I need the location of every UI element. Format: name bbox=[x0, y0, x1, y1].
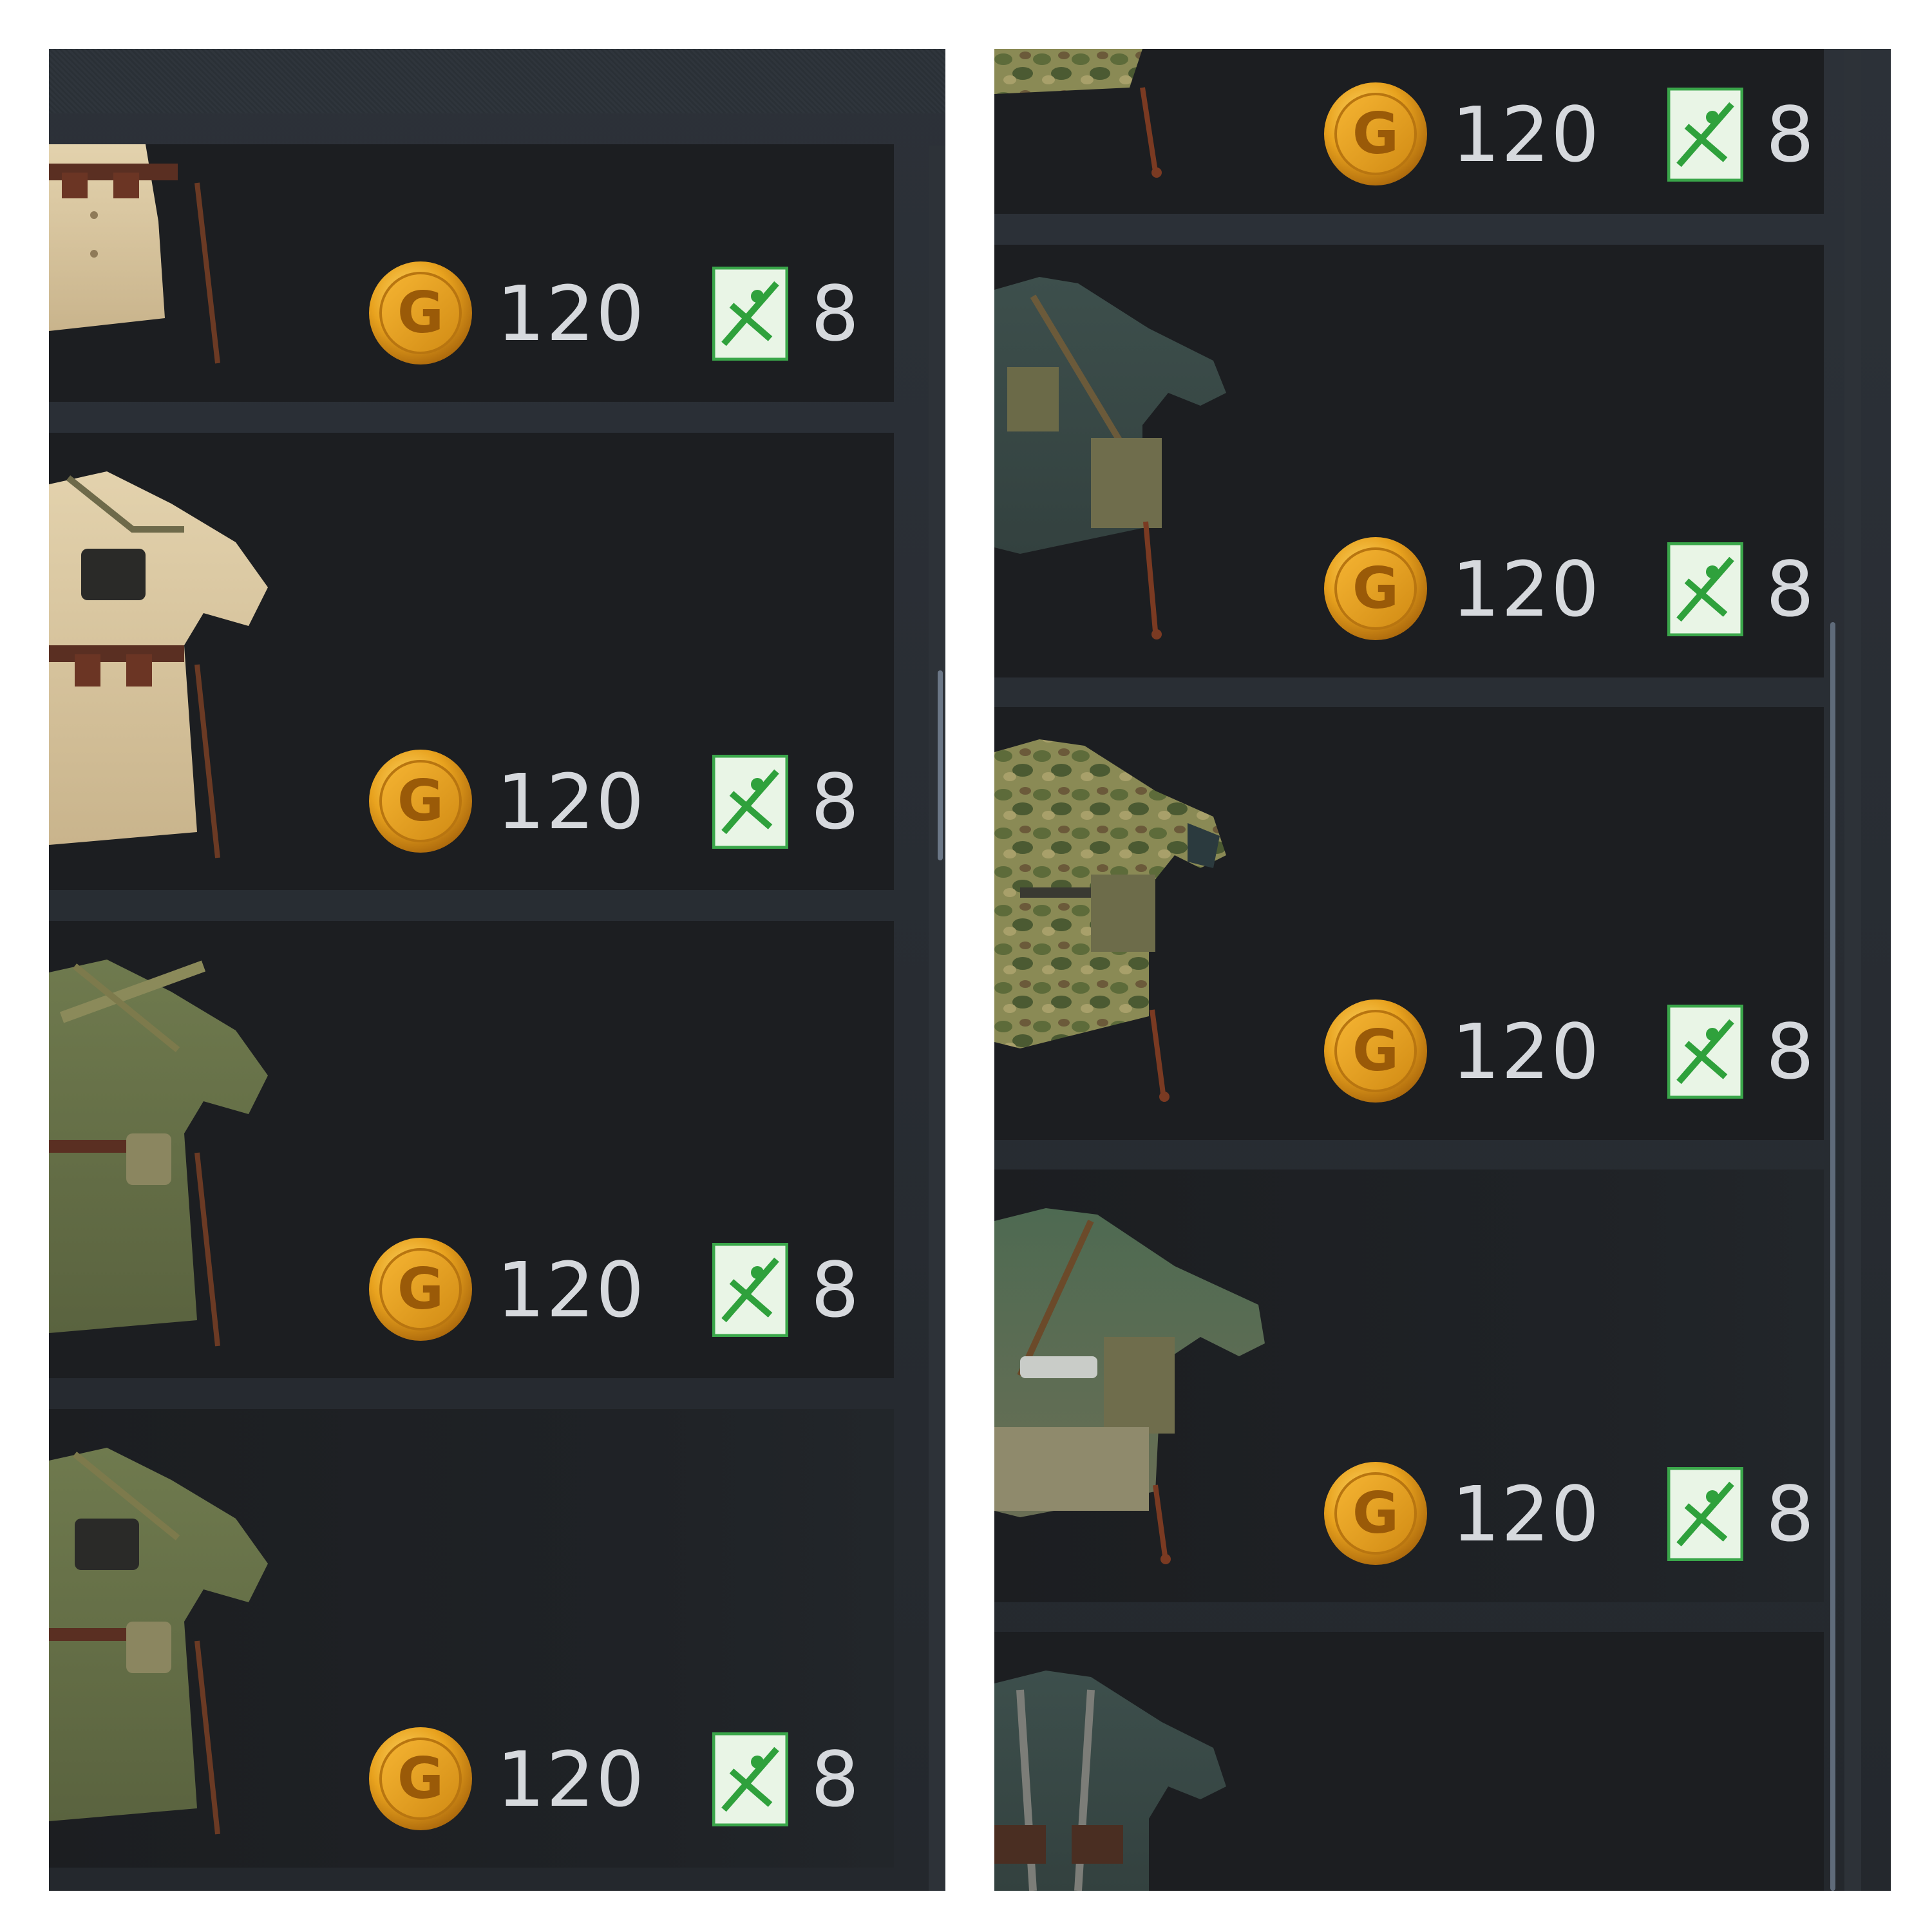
order-ticket-icon bbox=[712, 267, 788, 361]
svg-text:G: G bbox=[397, 279, 444, 346]
order-ticket-icon bbox=[712, 1732, 788, 1826]
order-ticket-icon bbox=[712, 1243, 788, 1337]
uniform-image-tan-coat bbox=[49, 144, 220, 364]
order-ticket-icon bbox=[1667, 1467, 1743, 1561]
list-item[interactable]: G 120 8 bbox=[49, 1409, 894, 1868]
scrollbar-track[interactable] bbox=[1830, 49, 1861, 1891]
list-item[interactable]: G 120 8 bbox=[994, 49, 1824, 214]
ticket-price: 8 bbox=[1766, 90, 1816, 179]
ticket-price: 8 bbox=[811, 1735, 861, 1824]
uniform-image-olive-coat bbox=[49, 960, 268, 1347]
gold-coin-icon: G bbox=[1324, 82, 1427, 185]
gold-coin-icon: G bbox=[369, 750, 472, 853]
price-group: G 120 8 bbox=[368, 1726, 859, 1835]
ticket-price: 8 bbox=[1766, 1007, 1816, 1096]
order-ticket-icon bbox=[1667, 1005, 1743, 1099]
gold-coin-icon: G bbox=[1324, 537, 1427, 640]
panel-header-band bbox=[49, 49, 945, 113]
ticket-price: 8 bbox=[811, 757, 861, 846]
uniform-image-field-grey-tunic bbox=[994, 277, 1226, 639]
uniform-image-green-tunic-belt bbox=[994, 1208, 1265, 1564]
list-item[interactable] bbox=[994, 1632, 1824, 1891]
gold-price: 120 bbox=[1452, 1007, 1601, 1096]
uniform-list-left: G 120 8 G 120 8 G 120 8 G 120 8 bbox=[49, 49, 945, 1891]
gold-coin-icon: G bbox=[369, 1238, 472, 1341]
price-group: G 120 8 bbox=[368, 1236, 859, 1346]
svg-text:G: G bbox=[397, 1745, 444, 1812]
gold-price: 120 bbox=[497, 269, 646, 358]
price-group: G 120 8 bbox=[1323, 1461, 1814, 1570]
list-item[interactable]: G 120 8 bbox=[49, 921, 894, 1378]
svg-text:G: G bbox=[397, 768, 444, 834]
gold-coin-icon: G bbox=[1324, 1462, 1427, 1565]
order-ticket-icon bbox=[712, 755, 788, 849]
price-group: G 120 8 bbox=[368, 260, 859, 370]
svg-text:G: G bbox=[1352, 1480, 1399, 1546]
ticket-price: 8 bbox=[811, 269, 861, 358]
order-ticket-icon bbox=[1667, 542, 1743, 636]
uniform-image-tan-coat-binoculars bbox=[49, 471, 268, 858]
gold-price: 120 bbox=[497, 1245, 646, 1334]
uniform-image-camo-smock bbox=[994, 49, 1162, 178]
svg-text:G: G bbox=[1352, 555, 1399, 621]
price-group: G 120 8 bbox=[1323, 536, 1814, 645]
ticket-price: 8 bbox=[1766, 545, 1816, 634]
svg-text:G: G bbox=[1352, 100, 1399, 167]
scrollbar-track[interactable] bbox=[929, 146, 945, 1891]
list-item[interactable]: G 120 8 bbox=[49, 144, 894, 402]
gold-coin-icon: G bbox=[369, 1727, 472, 1830]
price-group: G 120 8 bbox=[1323, 81, 1814, 191]
price-group: G 120 8 bbox=[1323, 998, 1814, 1108]
ticket-price: 8 bbox=[1766, 1470, 1816, 1558]
uniform-image-olive-coat-binoculars bbox=[49, 1448, 268, 1835]
gold-coin-icon: G bbox=[1324, 999, 1427, 1103]
gold-price: 120 bbox=[497, 1735, 646, 1824]
gold-price: 120 bbox=[1452, 545, 1601, 634]
gold-price: 120 bbox=[1452, 90, 1601, 179]
list-item[interactable]: G 120 8 bbox=[994, 1170, 1824, 1602]
list-item[interactable]: G 120 8 bbox=[994, 245, 1824, 677]
price-group: G 120 8 bbox=[368, 748, 859, 858]
svg-text:G: G bbox=[397, 1256, 444, 1322]
uniform-image-grey-tunic-webbing bbox=[994, 1671, 1226, 1891]
scrollbar-thumb[interactable] bbox=[1830, 622, 1835, 1891]
scrollbar-thumb[interactable] bbox=[938, 670, 943, 860]
list-item[interactable]: G 120 8 bbox=[49, 433, 894, 890]
gold-price: 120 bbox=[1452, 1470, 1601, 1558]
list-item[interactable]: G 120 8 bbox=[994, 707, 1824, 1140]
gold-coin-icon: G bbox=[369, 261, 472, 365]
order-ticket-icon bbox=[1667, 88, 1743, 182]
ticket-price: 8 bbox=[811, 1245, 861, 1334]
uniform-image-camo-tunic bbox=[994, 739, 1226, 1102]
svg-text:G: G bbox=[1352, 1018, 1399, 1084]
gold-price: 120 bbox=[497, 757, 646, 846]
uniform-list-right: G 120 8 G 120 8 G 120 8 G 120 8 bbox=[994, 49, 1891, 1891]
